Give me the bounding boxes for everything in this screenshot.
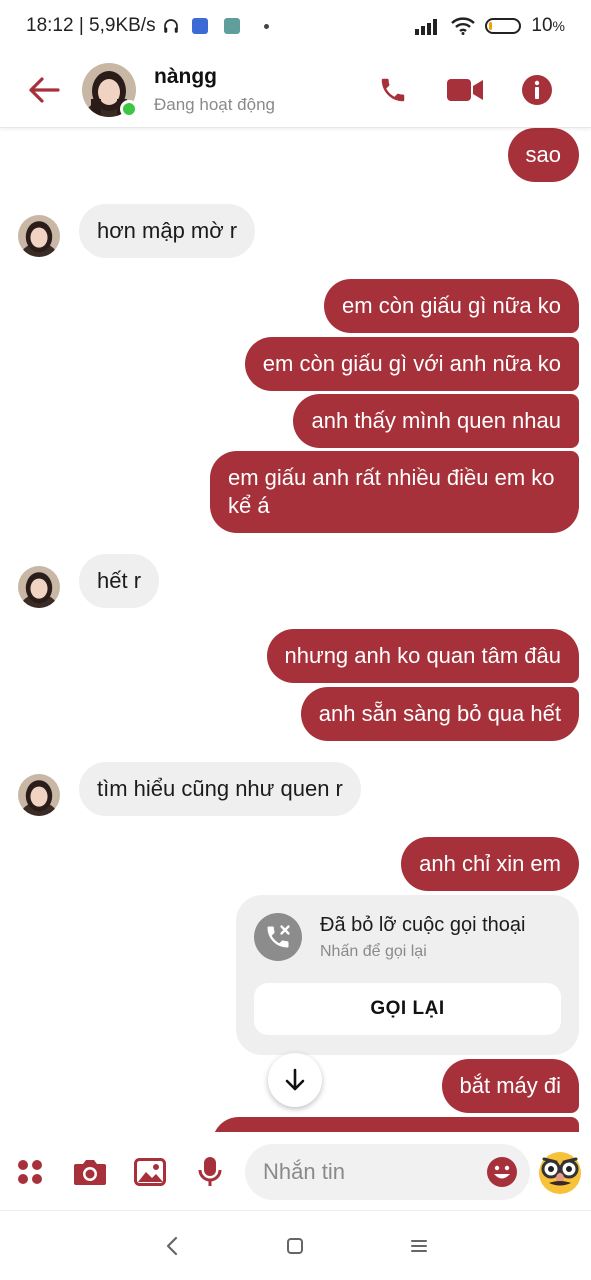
menu-dots-icon — [18, 1160, 42, 1184]
recents-icon — [411, 1239, 428, 1252]
contact-avatar[interactable] — [82, 62, 138, 118]
missed-call-icon — [254, 913, 302, 961]
app-notification-icon — [191, 18, 208, 34]
signal-icon — [415, 19, 438, 35]
missed-call-title: Đã bỏ lỡ cuộc gọi thoại — [320, 913, 526, 936]
missed-call-subtitle: Nhấn để gọi lại — [320, 942, 427, 960]
contact-avatar-small[interactable] — [18, 215, 60, 257]
camera-icon — [74, 1160, 106, 1185]
emoji-icon[interactable] — [486, 1156, 518, 1188]
outgoing-message[interactable]: em giấu anh rất nhiều điều em ko kể á — [210, 451, 579, 533]
status-bar: 18:12 | 5,9KB/s 10% — [0, 0, 591, 52]
wifi-icon — [451, 17, 476, 35]
outgoing-message[interactable]: bắt máy đi — [441, 1059, 579, 1113]
back-button[interactable] — [12, 58, 76, 122]
nav-back-button[interactable] — [152, 1226, 192, 1266]
nav-home-button[interactable] — [275, 1226, 315, 1266]
contact-name[interactable]: nàngg — [154, 65, 275, 89]
voice-message-button[interactable] — [180, 1142, 240, 1202]
gallery-button[interactable] — [120, 1142, 180, 1202]
info-button[interactable] — [501, 60, 573, 120]
app-notification-icon — [223, 18, 240, 34]
outgoing-message[interactable]: sao — [507, 128, 579, 182]
outgoing-message-partial[interactable] — [212, 1117, 579, 1132]
battery-percent: 10% — [531, 15, 565, 36]
phone-icon — [381, 78, 405, 101]
missed-call-card[interactable]: Đã bỏ lỡ cuộc gọi thoại Nhấn để gọi lại … — [236, 895, 579, 1055]
headphones-icon — [163, 19, 178, 33]
contact-status: Đang hoạt động — [154, 94, 275, 114]
contact-avatar-small[interactable] — [18, 566, 60, 608]
video-call-button[interactable] — [429, 60, 501, 120]
message-thread[interactable]: sao hơn mập mờ r em còn giấu gì nữa ko e… — [0, 128, 591, 1132]
more-actions-button[interactable] — [0, 1142, 60, 1202]
contact-avatar-small[interactable] — [18, 774, 60, 816]
system-nav-bar — [0, 1210, 591, 1280]
back-icon — [166, 1236, 177, 1255]
outgoing-message[interactable]: em còn giấu gì với anh nữa ko — [244, 337, 579, 391]
status-time: 18:12 | 5,9KB/s — [26, 15, 156, 36]
scroll-to-bottom-button[interactable] — [268, 1053, 322, 1107]
info-icon — [522, 74, 552, 105]
incoming-message[interactable]: hết r — [79, 554, 160, 608]
outgoing-message[interactable]: anh sẵn sàng bỏ qua hết — [300, 687, 579, 741]
message-input[interactable]: Nhắn tin — [245, 1144, 530, 1200]
arrow-down-icon — [285, 1068, 305, 1091]
outgoing-message[interactable]: em còn giấu gì nữa ko — [324, 279, 579, 333]
chat-header: nàngg Đang hoạt động — [0, 52, 591, 128]
incoming-message[interactable]: hơn mập mờ r — [79, 204, 256, 258]
sticker-icon[interactable] — [536, 1148, 584, 1196]
voice-call-button[interactable] — [357, 60, 429, 120]
message-composer: Nhắn tin — [0, 1132, 591, 1212]
battery-icon — [485, 18, 522, 34]
camera-button[interactable] — [60, 1142, 120, 1202]
online-indicator — [120, 99, 138, 118]
call-back-button[interactable]: GỌI LẠI — [254, 983, 561, 1035]
outgoing-message[interactable]: anh chỉ xin em — [401, 837, 579, 891]
outgoing-message[interactable]: nhưng anh ko quan tâm đâu — [266, 629, 579, 683]
outgoing-message[interactable]: anh thấy mình quen nhau — [293, 394, 579, 448]
incoming-message[interactable]: tìm hiểu cũng như quen r — [79, 762, 361, 816]
microphone-icon — [198, 1157, 222, 1186]
home-icon — [287, 1237, 304, 1254]
nav-recents-button[interactable] — [399, 1226, 439, 1266]
video-camera-icon — [447, 78, 483, 101]
image-icon — [134, 1158, 166, 1186]
message-input-placeholder: Nhắn tin — [263, 1159, 345, 1184]
back-arrow-icon — [29, 76, 60, 103]
dot-icon — [263, 23, 269, 29]
